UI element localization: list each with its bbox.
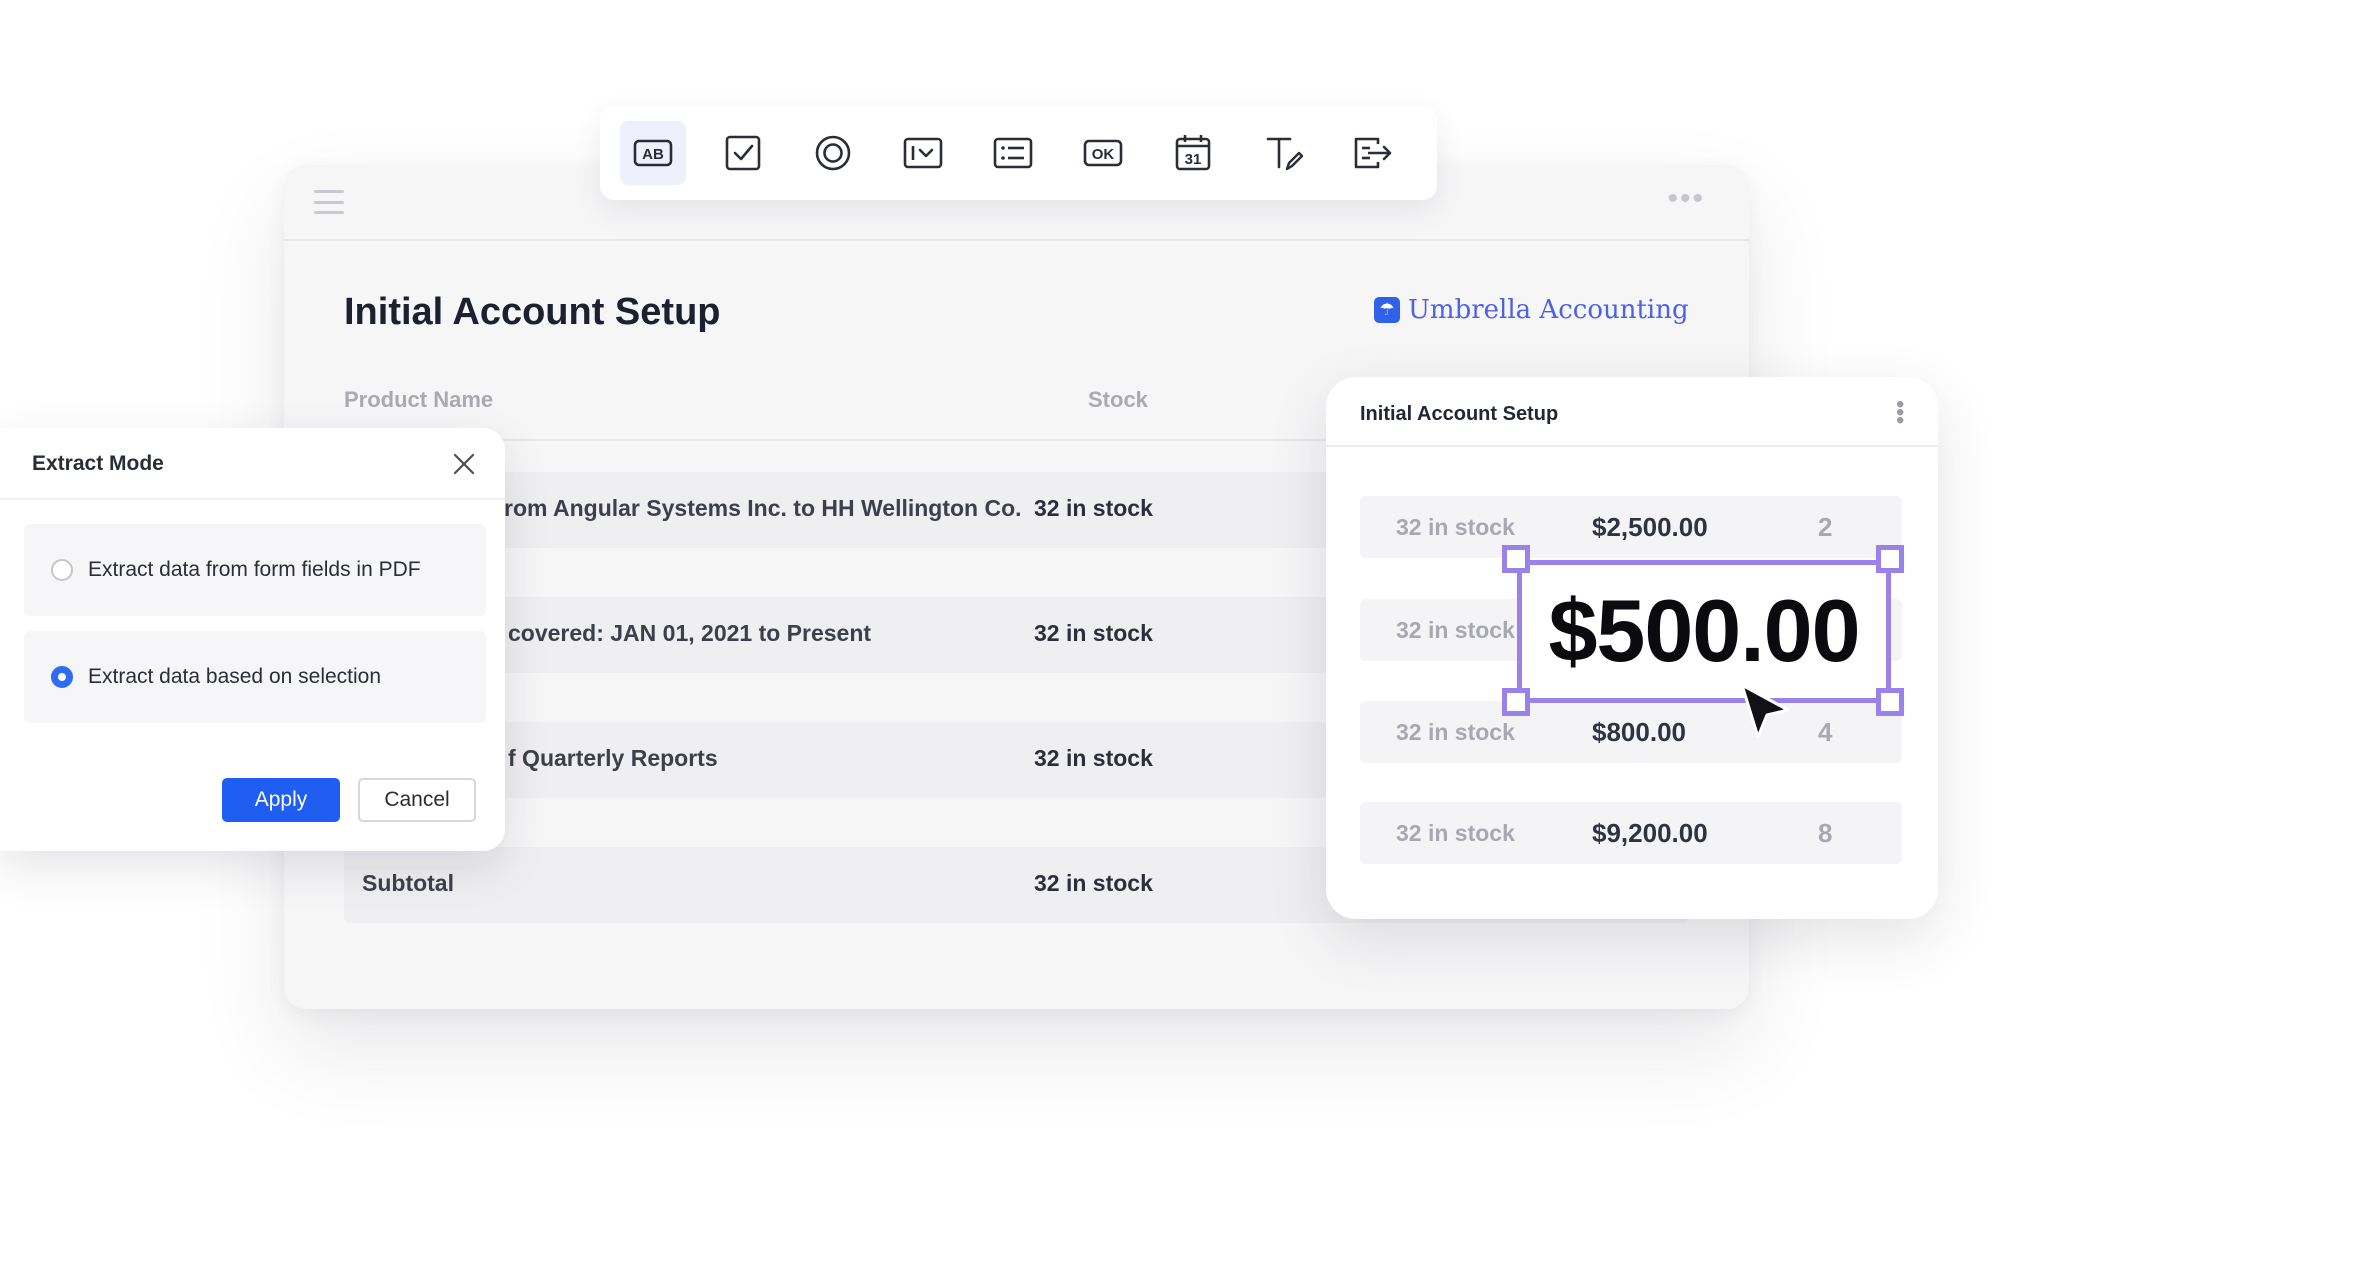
date-tool-button[interactable]: 31 — [1160, 121, 1226, 185]
panel-title: Initial Account Setup — [1360, 403, 1559, 425]
row-product-name: f Quarterly Reports — [508, 745, 718, 771]
panel-row-qty: 2 — [1818, 512, 1833, 542]
brand-name: Umbrella Accounting — [1408, 295, 1689, 325]
checkbox-tool-button[interactable] — [710, 121, 776, 185]
hamburger-menu-icon[interactable] — [314, 190, 344, 214]
resize-handle-bottom-left[interactable] — [1502, 688, 1530, 716]
resize-handle-top-left[interactable] — [1502, 545, 1530, 573]
close-icon[interactable] — [452, 452, 476, 476]
list-tool-button[interactable] — [980, 121, 1046, 185]
panel-divider — [1326, 445, 1938, 447]
button-tool-button[interactable]: OK — [1070, 121, 1136, 185]
text-field-icon: AB — [633, 139, 673, 167]
panel-row-amount: $2,500.00 — [1592, 512, 1708, 542]
row-stock: 32 in stock — [1034, 495, 1153, 521]
row-stock: 32 in stock — [1034, 620, 1153, 646]
export-tool-button[interactable] — [1340, 121, 1406, 185]
resize-handle-bottom-right[interactable] — [1876, 688, 1904, 716]
option-selection[interactable]: Extract data based on selection — [24, 631, 486, 723]
selected-value: $500.00 — [1548, 581, 1860, 680]
panel-row-qty: 8 — [1818, 818, 1833, 848]
dropdown-tool-button[interactable] — [890, 121, 956, 185]
svg-text:31: 31 — [1185, 151, 1202, 168]
radio-tool-button[interactable] — [800, 121, 866, 185]
radio-button-icon — [815, 135, 851, 171]
signature-tool-button[interactable] — [1250, 121, 1316, 185]
text-field-tool-button[interactable]: AB — [620, 121, 686, 185]
radio-selection[interactable] — [51, 666, 73, 688]
option-selection-label: Extract data based on selection — [88, 665, 382, 688]
resize-handle-top-right[interactable] — [1876, 545, 1904, 573]
column-header-product: Product Name — [344, 387, 494, 412]
panel-row-amount: $800.00 — [1592, 717, 1686, 747]
row-product-name: rom Angular Systems Inc. to HH Wellingto… — [504, 495, 1022, 521]
kebab-menu-icon[interactable]: • • • — [1896, 393, 1904, 433]
subtotal-stock: 32 in stock — [1034, 870, 1153, 896]
panel-row-stock: 32 in stock — [1396, 820, 1515, 846]
row-stock: 32 in stock — [1034, 745, 1153, 771]
dialog-divider — [0, 498, 505, 500]
apply-button[interactable]: Apply — [222, 778, 340, 822]
selection-box[interactable]: $500.00 — [1517, 560, 1891, 703]
extract-mode-dialog: Extract Mode Extract data from form fiel… — [0, 428, 505, 851]
panel-row-amount: $9,200.00 — [1592, 818, 1708, 848]
text-pen-icon — [1266, 137, 1304, 171]
ok-button-icon: OK — [1083, 139, 1123, 167]
brand-logo: ☂ Umbrella Accounting — [1374, 295, 1689, 325]
calendar-icon: 31 — [1175, 135, 1211, 171]
panel-row-qty: 4 — [1818, 717, 1833, 747]
option-form-fields[interactable]: Extract data from form fields in PDF — [24, 524, 486, 616]
dropdown-icon — [903, 137, 943, 169]
option-form-fields-label: Extract data from form fields in PDF — [88, 558, 421, 581]
panel-row-stock: 32 in stock — [1396, 514, 1515, 540]
panel-row-stock: 32 in stock — [1396, 617, 1515, 643]
panel-row: 32 in stock $800.00 4 — [1360, 701, 1902, 763]
more-options-icon[interactable]: ••• — [1667, 184, 1705, 214]
export-icon — [1354, 137, 1392, 169]
column-header-stock: Stock — [1088, 387, 1148, 412]
umbrella-icon: ☂ — [1374, 297, 1400, 323]
panel-row-stock: 32 in stock — [1396, 719, 1515, 745]
checkbox-icon — [725, 135, 761, 171]
row-product-name: covered: JAN 01, 2021 to Present — [508, 620, 872, 646]
form-field-toolbar: AB OK 31 — [600, 106, 1437, 200]
subtotal-label: Subtotal — [362, 870, 454, 896]
panel-row: 32 in stock $9,200.00 8 — [1360, 802, 1902, 864]
svg-text:OK: OK — [1092, 146, 1115, 163]
mouse-pointer-icon — [1740, 683, 1790, 739]
cancel-button[interactable]: Cancel — [358, 778, 476, 822]
list-box-icon — [993, 137, 1033, 169]
svg-text:AB: AB — [642, 146, 664, 163]
panel-row: 32 in stock $2,500.00 2 — [1360, 496, 1902, 558]
dialog-title: Extract Mode — [32, 452, 164, 475]
radio-form-fields[interactable] — [51, 559, 73, 581]
document-title: Initial Account Setup — [344, 291, 721, 333]
